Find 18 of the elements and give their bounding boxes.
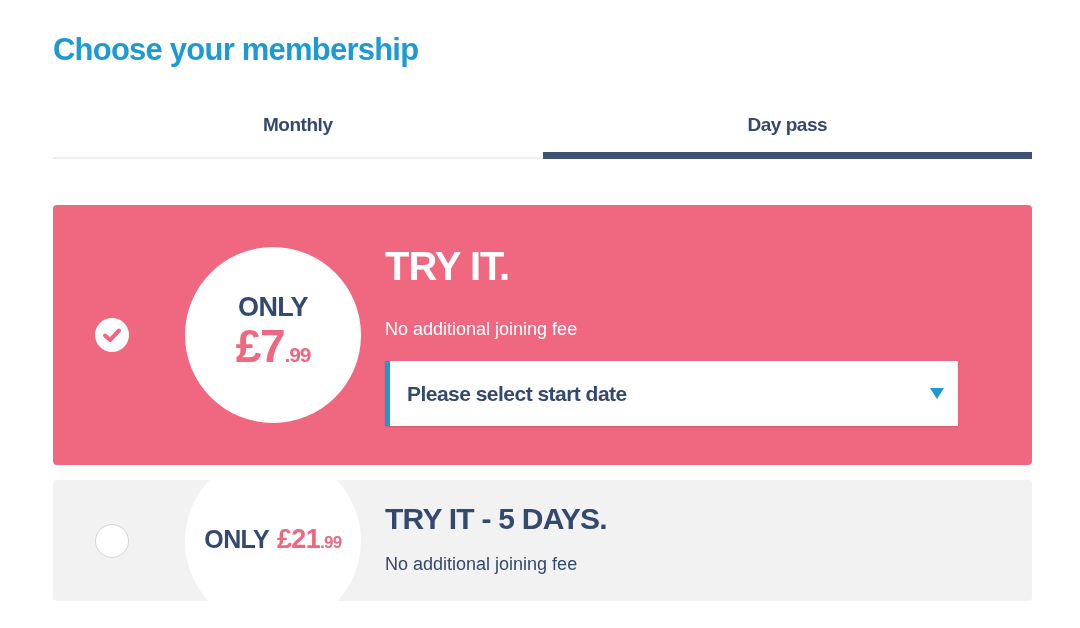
page-title: Choose your membership bbox=[53, 31, 420, 69]
plan-title: TRY IT. bbox=[385, 244, 511, 288]
check-icon[interactable] bbox=[95, 318, 129, 352]
plan-card[interactable]: ONLY £21.99 TRY IT - 5 DAYS. No additional joining fee bbox=[53, 480, 1032, 601]
tab[interactable]: Day pass bbox=[542, 113, 1032, 159]
plan-title: TRY IT - 5 DAYS. bbox=[385, 500, 607, 537]
price-label: ONLY bbox=[204, 523, 269, 554]
selected-plan-card[interactable]: ONLY £7.99 TRY IT. No additional joining fee Please select start date bbox=[53, 205, 1032, 465]
plan-note: No additional joining fee bbox=[385, 552, 579, 575]
tab[interactable]: Monthly bbox=[53, 113, 543, 159]
price-amount: £7.99 bbox=[235, 321, 311, 374]
start-date-select[interactable]: Please select start date bbox=[385, 361, 958, 426]
plan-note: No additional joining fee bbox=[385, 318, 579, 340]
radio-button[interactable] bbox=[95, 523, 129, 558]
price-label: ONLY bbox=[238, 291, 308, 322]
caret-down-icon bbox=[930, 388, 944, 399]
select-placeholder: Please select start date bbox=[407, 380, 627, 407]
price-amount: £21.99 bbox=[277, 523, 342, 556]
